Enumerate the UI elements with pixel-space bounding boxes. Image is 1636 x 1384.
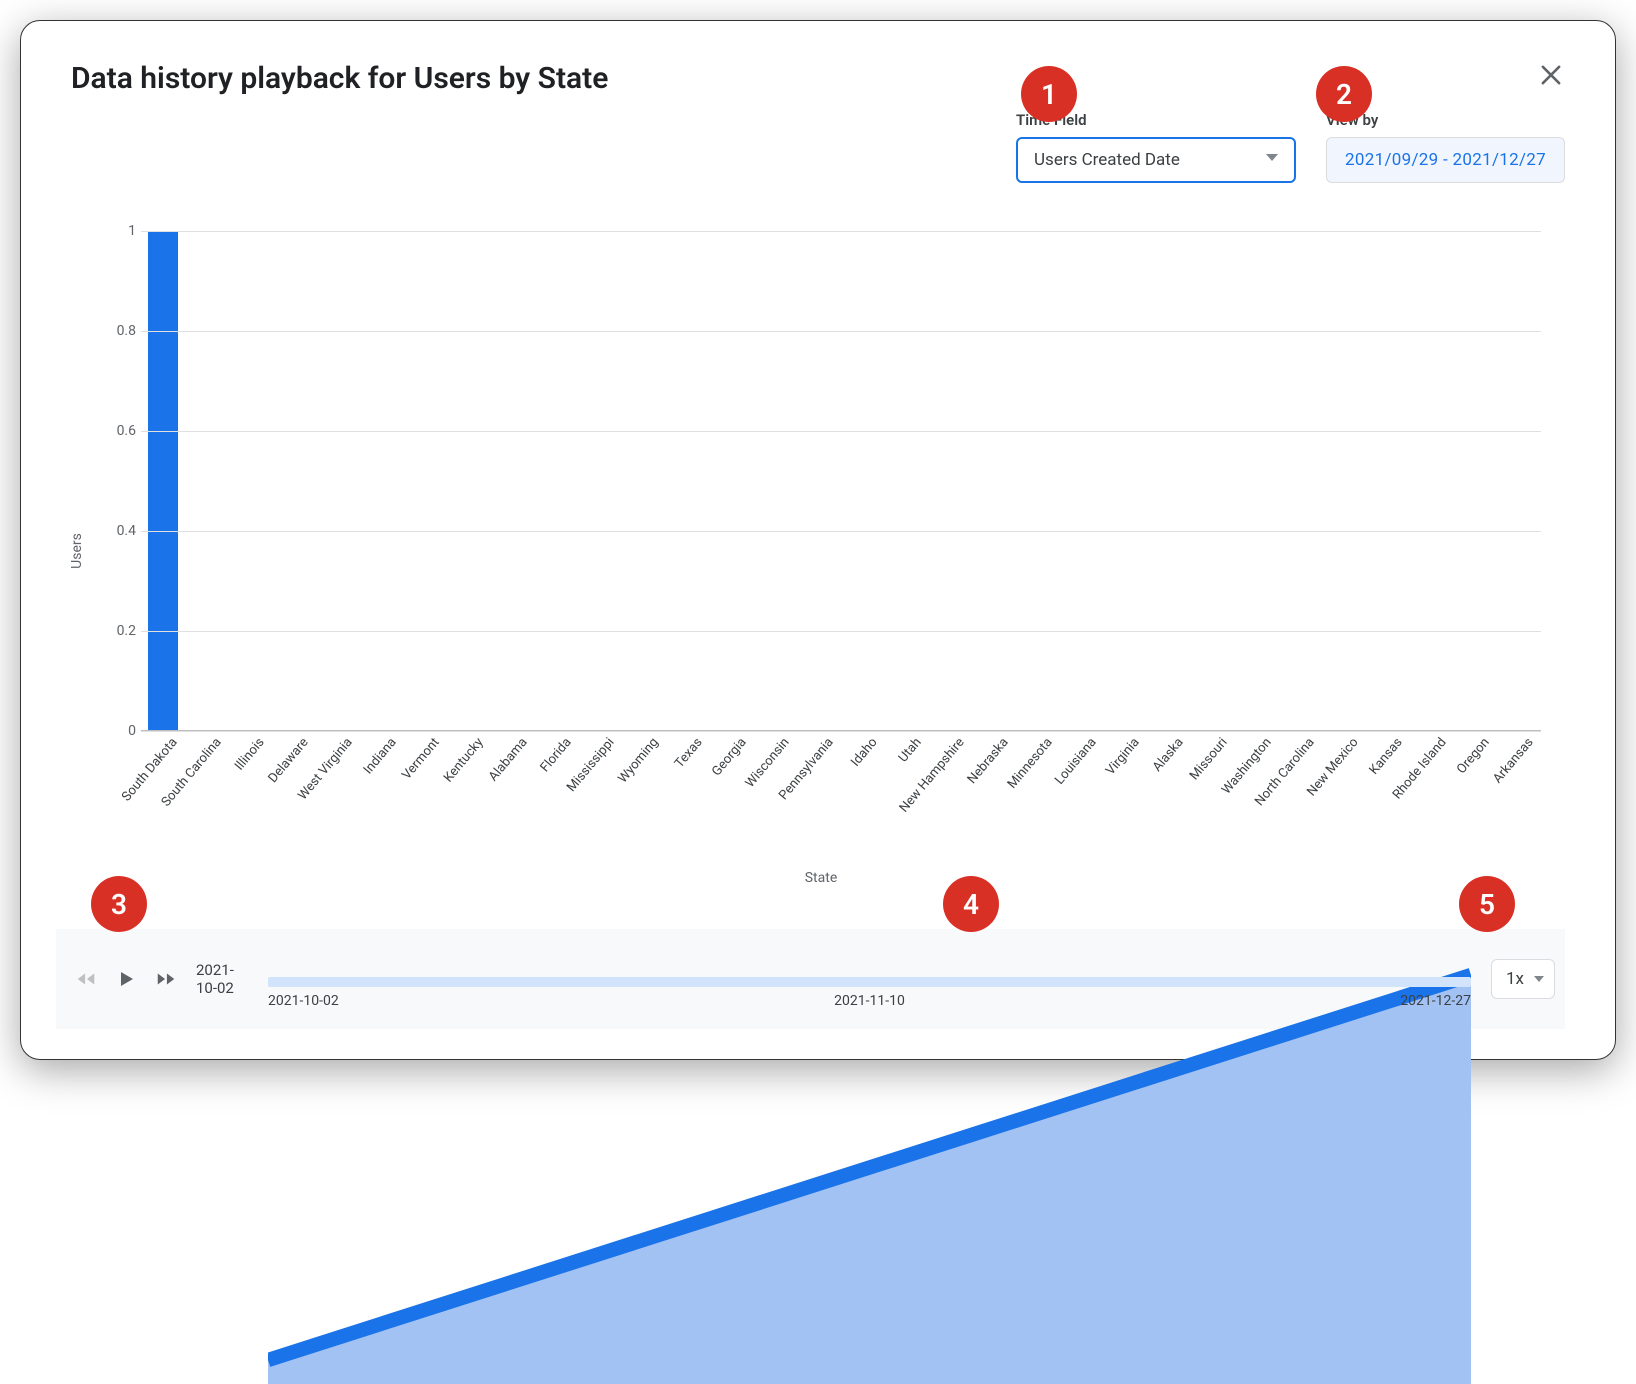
bar-slot: Utah (885, 231, 929, 730)
bar[interactable] (148, 231, 179, 730)
x-tick-label: Idaho (842, 730, 881, 770)
time-field-group: Time Field Users Created Date (1016, 111, 1296, 183)
chevron-down-icon (1266, 154, 1278, 166)
play-button[interactable] (106, 959, 146, 999)
time-field-value: Users Created Date (1034, 150, 1180, 170)
bar-slot: Mississippi (579, 231, 623, 730)
rewind-icon (75, 968, 97, 990)
bar-slot: Georgia (710, 231, 754, 730)
bar-slot: Oregon (1454, 231, 1498, 730)
playback-bar: 2021-10-02 2021-10-02 2021-11-10 2021-12… (56, 929, 1565, 1029)
y-tick-label: 0.8 (96, 323, 136, 339)
playback-track[interactable]: 2021-10-02 2021-11-10 2021-12-27 (268, 951, 1471, 1007)
y-axis-title: Users (69, 533, 85, 569)
bar-slot: New Mexico (1322, 231, 1366, 730)
bar-slot: Kentucky (447, 231, 491, 730)
bar-slot: Idaho (841, 231, 885, 730)
x-tick-label: Vermont (394, 730, 443, 783)
time-field-dropdown[interactable]: Users Created Date (1016, 137, 1296, 183)
close-icon (1537, 61, 1565, 89)
bar-slot: Washington (1235, 231, 1279, 730)
playback-current-date: 2021-10-02 (196, 961, 252, 997)
bar-slot: Wyoming (622, 231, 666, 730)
bar-slot: Texas (666, 231, 710, 730)
playback-speed-dropdown[interactable]: 1x (1491, 959, 1555, 999)
play-icon (114, 967, 138, 991)
bar-slot: Pennsylvania (797, 231, 841, 730)
bar-slot: Delaware (272, 231, 316, 730)
bar-slot: Minnesota (1016, 231, 1060, 730)
bar-slot: Kansas (1366, 231, 1410, 730)
playback-sparkline (268, 951, 1471, 1384)
x-tick-label: Alabama (480, 730, 531, 784)
x-tick-label: Arkansas (1484, 730, 1536, 786)
annotation-bubble-1: 1 (1021, 66, 1077, 122)
x-tick-label: Indiana (354, 730, 399, 777)
x-tick-label: Virginia (1097, 730, 1143, 778)
bar-slot: Rhode Island (1410, 231, 1454, 730)
bar-slot: Wisconsin (754, 231, 798, 730)
close-button[interactable] (1537, 61, 1565, 89)
y-tick-label: 0 (96, 723, 136, 739)
bar-slot: Alabama (491, 231, 535, 730)
bar-slot: Arkansas (1497, 231, 1541, 730)
y-tick-label: 1 (96, 223, 136, 239)
y-tick-label: 0.6 (96, 423, 136, 439)
chart-gridline (141, 631, 1541, 632)
chart-gridline (141, 231, 1541, 232)
chart-plot: South DakotaSouth CarolinaIllinoisDelawa… (141, 231, 1541, 731)
chart-bars: South DakotaSouth CarolinaIllinoisDelawa… (141, 231, 1541, 730)
playback-track-bar (268, 977, 1471, 987)
bar-slot: Virginia (1104, 231, 1148, 730)
bar-slot: Florida (535, 231, 579, 730)
bar-slot: Louisiana (1060, 231, 1104, 730)
annotation-bubble-4: 4 (943, 876, 999, 932)
date-range-picker[interactable]: 2021/09/29 - 2021/12/27 (1326, 137, 1565, 183)
x-tick-label: Wyoming (609, 730, 661, 786)
controls-row: Time Field Users Created Date View by 20… (1016, 111, 1565, 183)
annotation-bubble-3: 3 (91, 876, 147, 932)
date-range-value: 2021/09/29 - 2021/12/27 (1345, 150, 1546, 170)
chart-gridline (141, 331, 1541, 332)
x-tick-label: Louisiana (1046, 730, 1100, 788)
x-axis-title: State (805, 870, 838, 886)
y-tick-label: 0.2 (96, 623, 136, 639)
bar-slot: South Carolina (185, 231, 229, 730)
x-tick-label: Kentucky (435, 730, 487, 785)
x-tick-label: Minnesota (999, 730, 1056, 792)
bar-slot: Illinois (229, 231, 273, 730)
bar-slot: South Dakota (141, 231, 185, 730)
bar-slot: Missouri (1191, 231, 1235, 730)
chart-gridline (141, 731, 1541, 732)
y-tick-label: 0.4 (96, 523, 136, 539)
playback-tick: 2021-10-02 (268, 993, 339, 1009)
chart-gridline (141, 531, 1541, 532)
rewind-button[interactable] (66, 959, 106, 999)
fast-forward-icon (155, 968, 177, 990)
annotation-bubble-5: 5 (1459, 876, 1515, 932)
forward-button[interactable] (146, 959, 186, 999)
view-by-group: View by 2021/09/29 - 2021/12/27 (1326, 111, 1565, 183)
playback-speed-value: 1x (1506, 969, 1524, 989)
playback-tick: 2021-12-27 (1400, 993, 1471, 1009)
playback-ticks: 2021-10-02 2021-11-10 2021-12-27 (268, 993, 1471, 1009)
bar-slot: North Carolina (1279, 231, 1323, 730)
playback-tick: 2021-11-10 (834, 993, 905, 1009)
chart-gridline (141, 431, 1541, 432)
x-tick-label: Utah (889, 730, 924, 765)
chevron-down-icon (1534, 976, 1544, 982)
chart-area: Users South DakotaSouth CarolinaIllinois… (81, 231, 1561, 871)
annotation-bubble-2: 2 (1316, 66, 1372, 122)
bar-slot: Vermont (404, 231, 448, 730)
bar-slot: West Virginia (316, 231, 360, 730)
bar-slot: Nebraska (972, 231, 1016, 730)
playback-dialog: Data history playback for Users by State… (20, 20, 1616, 1060)
x-tick-label: Texas (666, 730, 706, 771)
bar-slot: Indiana (360, 231, 404, 730)
bar-slot: Alaska (1147, 231, 1191, 730)
bar-slot: New Hampshire (929, 231, 973, 730)
